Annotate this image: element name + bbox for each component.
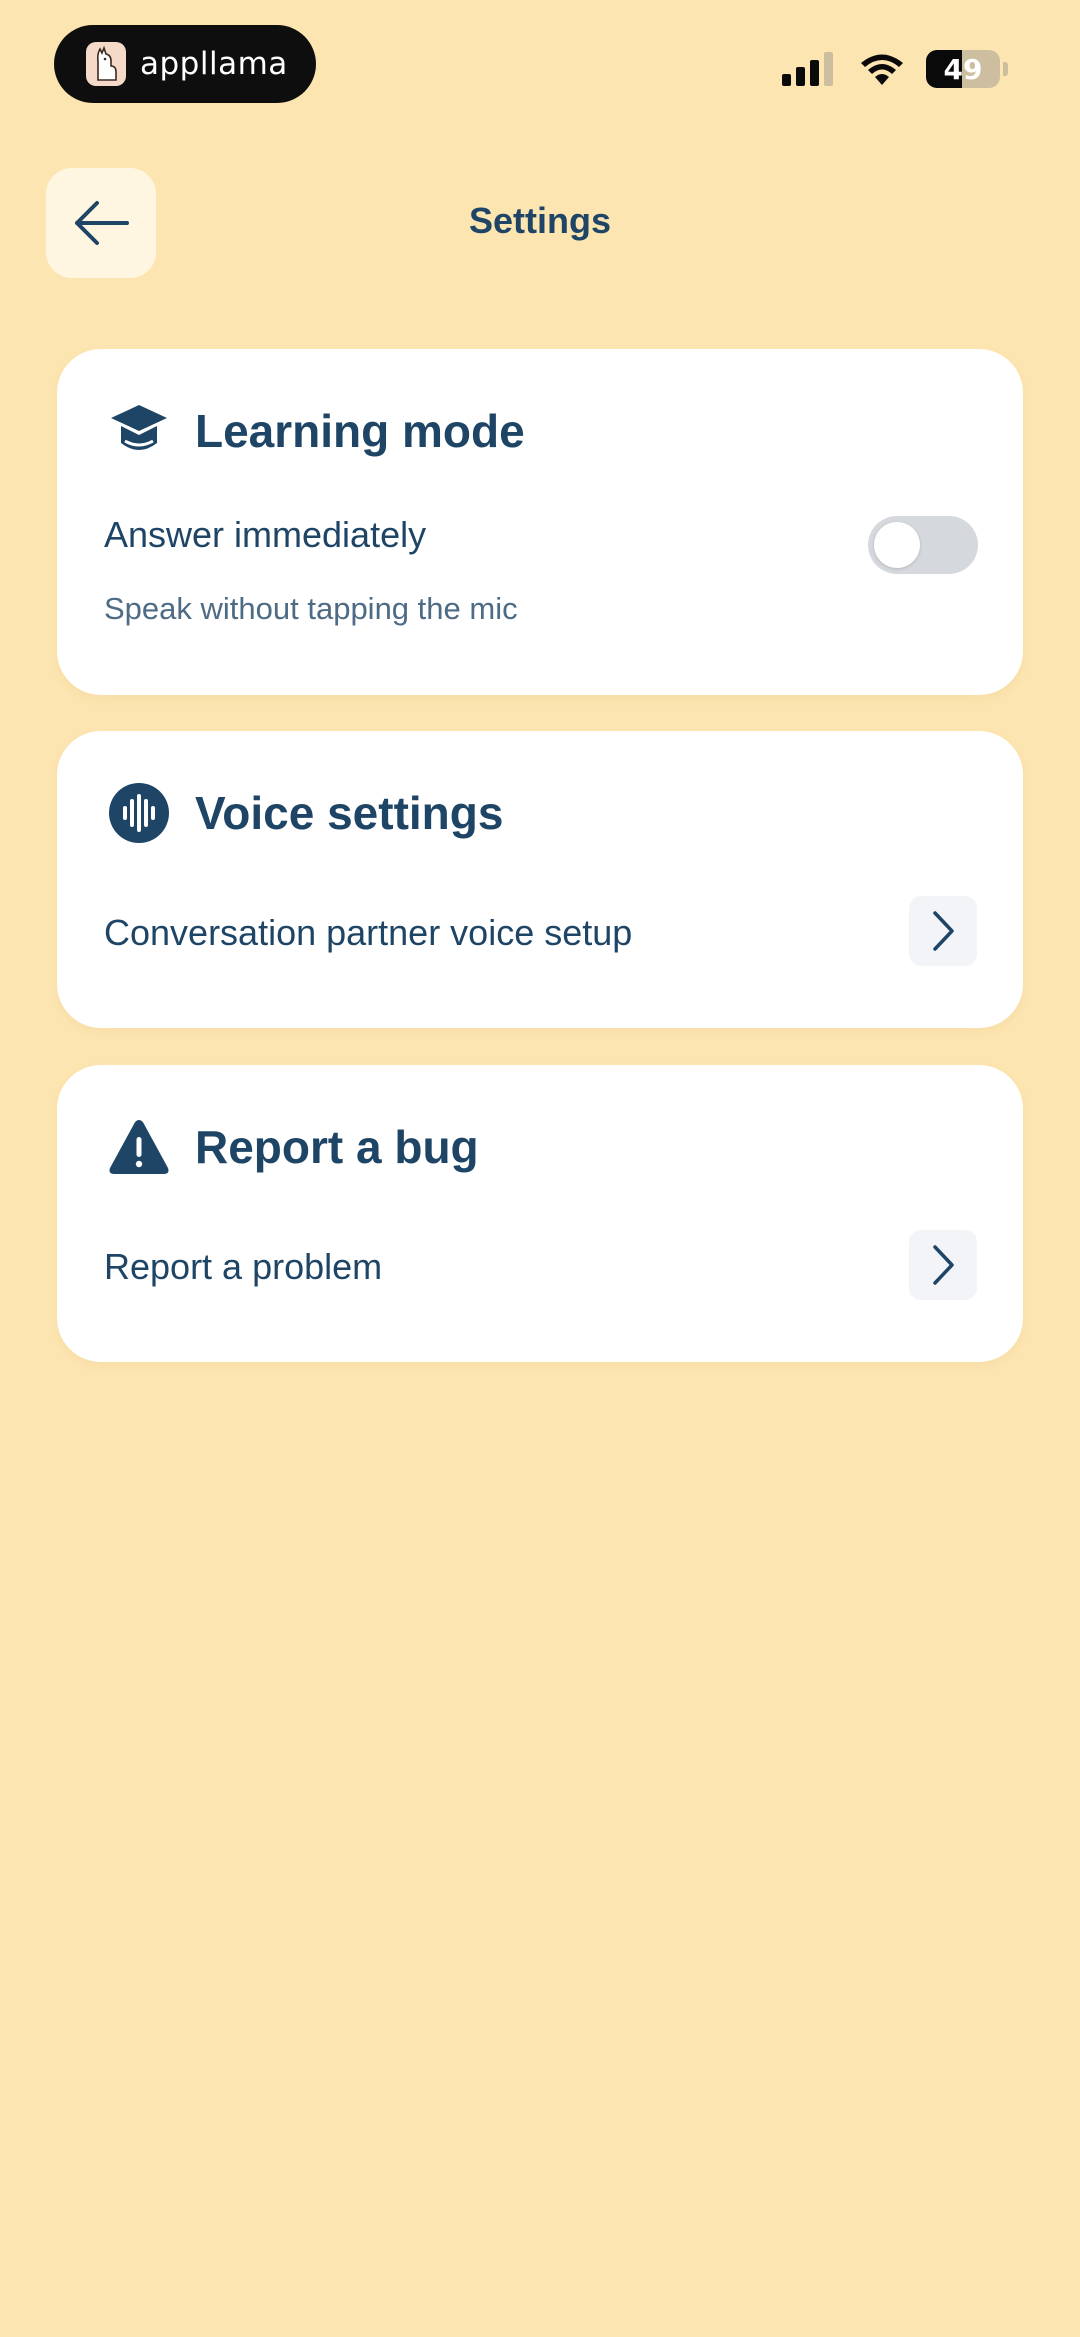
learning-mode-card: Learning mode Answer immediately Speak w… xyxy=(57,349,1023,695)
report-problem-label[interactable]: Report a problem xyxy=(104,1246,382,1288)
report-bug-card: Report a bug Report a problem xyxy=(57,1065,1023,1362)
answer-immediately-toggle[interactable] xyxy=(868,516,978,574)
report-problem-chevron-button[interactable] xyxy=(909,1230,977,1300)
app-name: appllama xyxy=(140,46,288,82)
report-bug-title: Report a bug xyxy=(195,1121,479,1173)
app-indicator-pill[interactable]: appllama xyxy=(54,25,316,103)
learning-mode-title: Learning mode xyxy=(195,405,525,457)
page-title: Settings xyxy=(468,200,611,241)
cellular-signal-icon xyxy=(782,52,833,86)
battery-cap xyxy=(1003,62,1008,76)
voice-settings-card: Voice settings Conversation partner voic… xyxy=(57,731,1023,1028)
graduation-cap-icon xyxy=(107,399,171,463)
voice-settings-title: Voice settings xyxy=(195,787,504,839)
wifi-icon xyxy=(861,54,903,85)
chevron-right-icon xyxy=(933,1245,954,1285)
answer-immediately-label: Answer immediately xyxy=(104,514,427,555)
battery-level: 49 xyxy=(943,52,983,86)
voice-setup-label[interactable]: Conversation partner voice setup xyxy=(104,912,632,954)
chevron-right-icon xyxy=(933,911,954,951)
answer-immediately-description: Speak without tapping the mic xyxy=(104,591,518,626)
llama-logo-icon xyxy=(86,42,126,86)
voice-waveform-icon xyxy=(107,781,171,845)
status-icons: 49 xyxy=(782,47,1008,91)
voice-setup-chevron-button[interactable] xyxy=(909,896,977,966)
toggle-knob xyxy=(874,522,920,568)
warning-triangle-icon xyxy=(107,1115,171,1179)
learning-mode-header: Learning mode xyxy=(107,399,525,463)
report-bug-header: Report a bug xyxy=(107,1115,479,1179)
voice-settings-header: Voice settings xyxy=(107,781,503,845)
battery-indicator: 49 xyxy=(926,50,1000,88)
